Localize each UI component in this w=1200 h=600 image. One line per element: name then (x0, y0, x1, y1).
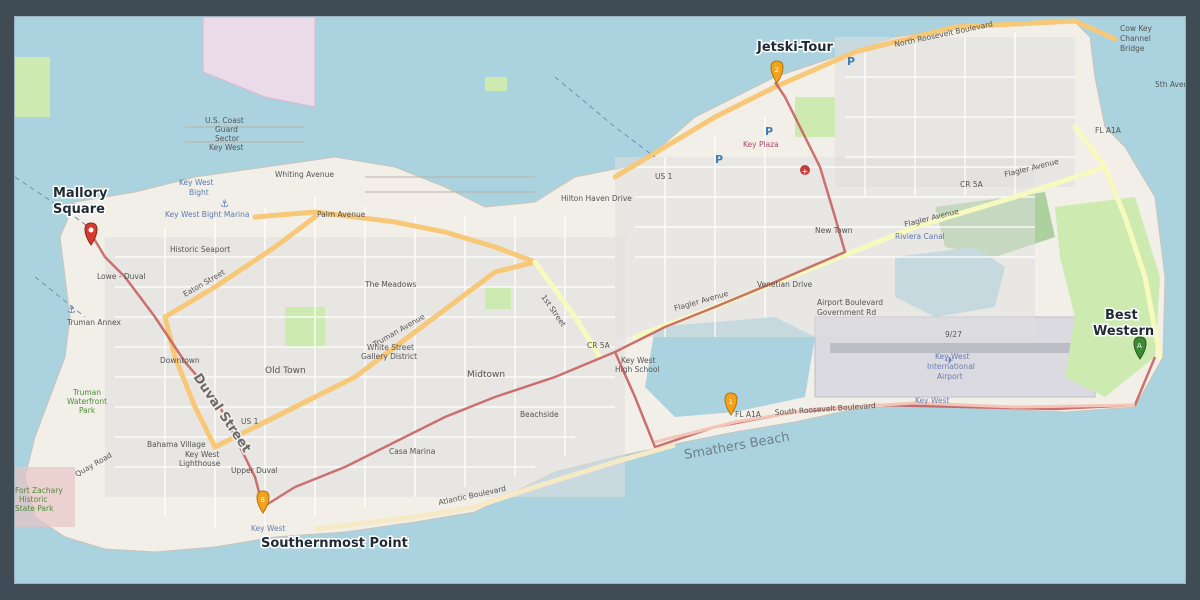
label-best-western-2: Western (1093, 324, 1154, 339)
label-hilton-haven: Hilton Haven Drive (561, 194, 632, 203)
label-cr5a-2: CR 5A (587, 341, 611, 350)
park (15, 57, 50, 117)
label-southernmost-point: Southernmost Point (261, 536, 408, 551)
park (485, 287, 511, 309)
label-keywest-2: Key West (915, 396, 949, 405)
label-us1-a: US 1 (655, 172, 673, 181)
label-us1-b: US 1 (241, 417, 259, 426)
label-kwbight-1: Key West (179, 178, 213, 187)
label-upper-duval: Upper Duval (231, 466, 278, 475)
label-truman-annex: Truman Annex (66, 318, 121, 327)
label-jetski-tour: Jetski-Tour (756, 40, 834, 55)
label-venetian: Venetian Drive (757, 280, 813, 289)
label-uscg-4: Key West (209, 143, 243, 152)
map-canvas[interactable]: ✈ North Roosevelt Boulevard Cow Key Chan… (14, 16, 1186, 584)
label-old-town: Old Town (265, 366, 306, 376)
harbor-anchor-icon: ⚓ (220, 199, 229, 210)
marker-letter: A (1137, 342, 1142, 350)
marker-number: 1 (729, 398, 733, 406)
label-fortzach-1: Fort Zachary (15, 486, 63, 495)
parking-icon: P (765, 125, 773, 138)
label-uscg-2: Guard (215, 125, 238, 134)
label-riviera: Riviera Canal (895, 232, 945, 241)
label-cr5a-1: CR 5A (960, 180, 984, 189)
label-runway: 9/27 (945, 330, 962, 339)
label-new-town: New Town (815, 226, 853, 235)
label-cow-key-2: Channel (1120, 34, 1151, 43)
label-palm: Palm Avenue (317, 210, 366, 219)
label-key-plaza: Key Plaza (743, 140, 779, 149)
label-white-street-1: White Street (367, 343, 414, 352)
label-cow-key-3: Bridge (1120, 44, 1145, 53)
marker-number: 8 (261, 496, 265, 504)
park (485, 77, 507, 91)
label-mallory-1: Mallory (53, 186, 108, 201)
label-gov-road: Government Rd (817, 308, 876, 317)
label-uscg-3: Sector (215, 134, 240, 143)
harbor-anchor-icon: ⚓ (67, 305, 76, 316)
label-downtown: Downtown (160, 356, 200, 365)
label-best-western-1: Best (1105, 308, 1138, 323)
label-airport-3: Airport (937, 372, 963, 381)
label-kwhs-1: Key West (621, 356, 655, 365)
label-kwlighthouse-2: Lighthouse (179, 459, 221, 468)
map-frame: ✈ North Roosevelt Boulevard Cow Key Chan… (0, 0, 1200, 600)
label-airport-2: International (927, 362, 975, 371)
label-keywest-1: Key West (251, 524, 285, 533)
label-fortzach-3: State Park (15, 504, 54, 513)
label-white-street-2: Gallery District (361, 352, 417, 361)
label-truman-wf-1: Truman (72, 388, 101, 397)
label-casa-marina: Casa Marina (389, 447, 435, 456)
label-fifth-ave: 5th Avenue (1155, 80, 1186, 89)
label-whiting: Whiting Avenue (275, 170, 334, 179)
label-kwbight-marina: Key West Bight Marina (165, 210, 249, 219)
label-mallory-2: Square (53, 202, 105, 217)
label-kwbight-2: Bight (189, 188, 209, 197)
label-beachside: Beachside (520, 410, 559, 419)
hospital-cross-icon: + (802, 167, 809, 176)
parking-icon: P (847, 55, 855, 68)
marker-number: 2 (775, 66, 779, 74)
label-truman-wf-3: Park (79, 406, 96, 415)
label-uscg-1: U.S. Coast (205, 116, 244, 125)
map-pin-dot-icon (88, 227, 94, 233)
label-lowe-duval: Lowe - Duval (97, 272, 146, 281)
label-fla1a-1: FL A1A (1095, 126, 1122, 135)
label-airport-blvd: Airport Boulevard (817, 298, 883, 307)
label-kwlighthouse-1: Key West (185, 450, 219, 459)
parking-icon: P (715, 153, 723, 166)
park (285, 307, 325, 347)
label-meadows: The Meadows (364, 280, 416, 289)
label-historic-seaport: Historic Seaport (170, 245, 230, 254)
label-airport-1: Key West (935, 352, 969, 361)
label-kwhs-2: High School (615, 365, 660, 374)
label-midtown: Midtown (467, 370, 505, 380)
label-truman-wf-2: Waterfront (67, 397, 107, 406)
label-cow-key-1: Cow Key (1120, 24, 1153, 33)
label-bahama: Bahama Village (147, 440, 206, 449)
label-fortzach-2: Historic (19, 495, 47, 504)
label-fla1a-2: FL A1A (735, 410, 762, 419)
